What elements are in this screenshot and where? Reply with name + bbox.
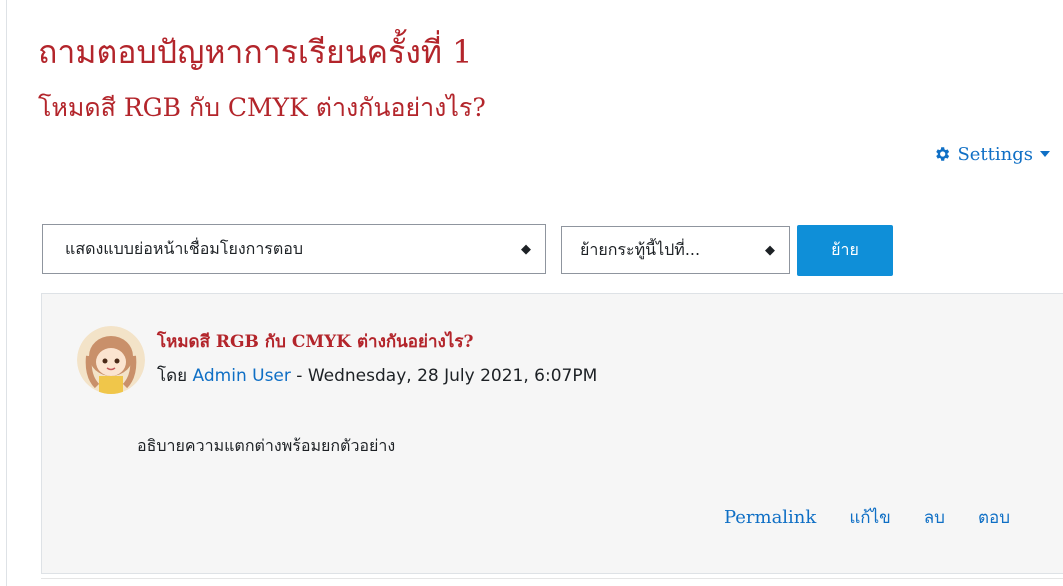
divider [41,578,1063,579]
reply-link[interactable]: ตอบ [978,504,1010,531]
author-link[interactable]: Admin User [193,366,291,386]
gear-icon [933,145,951,163]
caret-down-icon [1039,149,1051,159]
post-subject: โหมดสี RGB กับ CMYK ต่างกันอย่างไร? [157,332,474,352]
avatar[interactable] [77,326,145,394]
page-left-border [6,0,7,586]
move-discussion-select[interactable]: ย้ายกระทู้นี้ไปที่... ◆ [561,226,790,274]
edit-link[interactable]: แก้ไข [849,504,890,531]
settings-label: Settings [957,143,1033,165]
select-arrows-icon: ◆ [521,241,531,257]
select-arrows-icon: ◆ [765,242,775,258]
date-separator: - [290,366,308,386]
permalink-link[interactable]: Permalink [724,507,816,528]
post-message: อธิบายความแตกต่างพร้อมยกตัวอย่าง [137,436,396,455]
discussion-title: โหมดสี RGB กับ CMYK ต่างกันอย่างไร? [38,93,486,122]
post-commands: Permalink แก้ไข ลบ ตอบ [724,504,1010,531]
display-mode-select[interactable]: แสดงแบบย่อหน้าเชื่อมโยงการตอบ ◆ [42,224,546,274]
page-title: ถามตอบปัญหาการเรียนครั้งที่ 1 [38,33,473,71]
delete-link[interactable]: ลบ [924,504,945,531]
move-discussion-value: ย้ายกระทู้นี้ไปที่... [580,239,701,259]
settings-menu[interactable]: Settings [933,140,1051,168]
forum-post: โหมดสี RGB กับ CMYK ต่างกันอย่างไร? โดย … [41,293,1063,574]
post-date: Wednesday, 28 July 2021, 6:07PM [307,366,598,386]
move-button[interactable]: ย้าย [797,225,893,276]
display-mode-value: แสดงแบบย่อหน้าเชื่อมโยงการตอบ [65,238,304,258]
post-byline: โดย Admin User - Wednesday, 28 July 2021… [157,362,597,389]
by-prefix: โดย [157,366,188,386]
